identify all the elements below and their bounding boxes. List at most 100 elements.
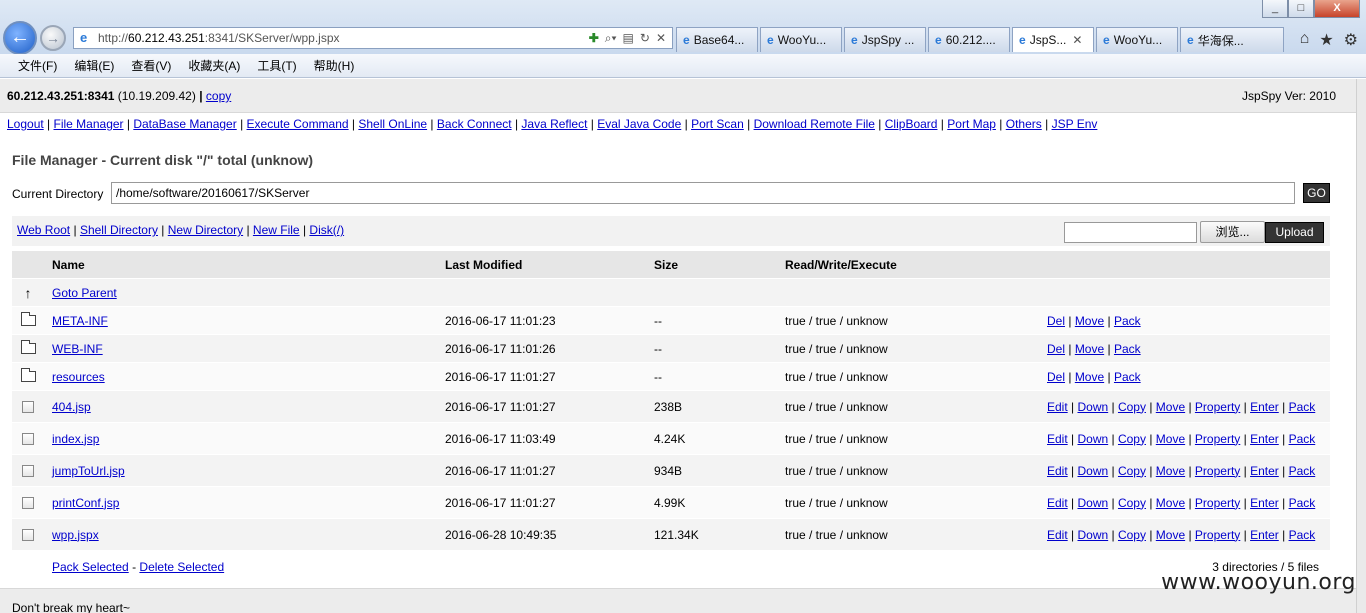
nav-others[interactable]: Others (1006, 117, 1042, 131)
action-enter[interactable]: Enter (1250, 464, 1279, 478)
file-select-checkbox[interactable] (22, 528, 34, 541)
dirlink-new-directory[interactable]: New Directory (168, 223, 243, 237)
search-icon[interactable]: ⌕▾ (605, 31, 617, 46)
favorites-star-icon[interactable]: ★ (1319, 30, 1333, 50)
action-move[interactable]: Move (1156, 528, 1185, 542)
address-url[interactable]: http://60.212.43.251:8341/SKServer/wpp.j… (98, 31, 340, 45)
settings-gear-icon[interactable]: ⚙ (1344, 30, 1358, 50)
action-pack[interactable]: Pack (1289, 400, 1316, 414)
tab-jspspy-active[interactable]: e JspS... ✕ (1012, 27, 1094, 52)
nav-clipboard[interactable]: ClipBoard (885, 117, 938, 131)
tab-base64[interactable]: e Base64... (676, 27, 758, 52)
address-bar[interactable]: e http://60.212.43.251:8341/SKServer/wpp… (73, 27, 673, 49)
tab-ip[interactable]: e 60.212.... (928, 27, 1010, 52)
stop-icon[interactable]: ✕ (656, 31, 666, 46)
action-move[interactable]: Move (1156, 432, 1185, 446)
nav-shell-online[interactable]: Shell OnLine (358, 117, 427, 131)
back-button[interactable]: ← (3, 21, 37, 55)
action-copy[interactable]: Copy (1118, 432, 1146, 446)
dirlink-disk[interactable]: Disk(/) (309, 223, 344, 237)
nav-file-manager[interactable]: File Manager (54, 117, 124, 131)
pack-selected-link[interactable]: Pack Selected (52, 560, 129, 574)
current-directory-input[interactable] (111, 182, 1295, 204)
action-edit[interactable]: Edit (1047, 464, 1068, 478)
action-move[interactable]: Move (1075, 314, 1104, 328)
action-copy[interactable]: Copy (1118, 528, 1146, 542)
menu-favorites[interactable]: 收藏夹(A) (188, 57, 240, 74)
copy-link[interactable]: copy (206, 89, 231, 103)
nav-execute-command[interactable]: Execute Command (247, 117, 349, 131)
file-select-checkbox[interactable] (22, 464, 34, 477)
compat-icon[interactable]: ✚ (589, 31, 599, 46)
action-property[interactable]: Property (1195, 496, 1240, 510)
action-pack[interactable]: Pack (1114, 370, 1141, 384)
action-down[interactable]: Down (1077, 400, 1108, 414)
tab-wooyun-1[interactable]: e WooYu... (760, 27, 842, 52)
action-pack[interactable]: Pack (1289, 528, 1316, 542)
nav-back-connect[interactable]: Back Connect (437, 117, 512, 131)
directory-link[interactable]: WEB-INF (52, 342, 103, 356)
file-select-checkbox[interactable] (22, 400, 34, 413)
dirlink-web-root[interactable]: Web Root (17, 223, 70, 237)
file-link[interactable]: printConf.jsp (52, 496, 119, 510)
action-move[interactable]: Move (1156, 400, 1185, 414)
action-pack[interactable]: Pack (1289, 432, 1316, 446)
nav-logout[interactable]: Logout (7, 117, 44, 131)
action-pack[interactable]: Pack (1114, 342, 1141, 356)
goto-parent-link[interactable]: Goto Parent (52, 286, 117, 300)
menu-file[interactable]: 文件(F) (18, 57, 57, 74)
action-edit[interactable]: Edit (1047, 528, 1068, 542)
home-icon[interactable]: ⌂ (1300, 30, 1310, 50)
menu-edit[interactable]: 编辑(E) (74, 57, 114, 74)
nav-port-scan[interactable]: Port Scan (691, 117, 744, 131)
nav-java-reflect[interactable]: Java Reflect (521, 117, 587, 131)
dirlink-shell-directory[interactable]: Shell Directory (80, 223, 158, 237)
action-del[interactable]: Del (1047, 370, 1065, 384)
upload-button[interactable]: Upload (1265, 222, 1324, 243)
refresh-icon[interactable]: ↻ (640, 31, 650, 46)
action-property[interactable]: Property (1195, 464, 1240, 478)
file-link[interactable]: jumpToUrl.jsp (52, 464, 125, 478)
action-property[interactable]: Property (1195, 400, 1240, 414)
action-move[interactable]: Move (1156, 496, 1185, 510)
action-down[interactable]: Down (1077, 528, 1108, 542)
action-copy[interactable]: Copy (1118, 400, 1146, 414)
maximize-button[interactable]: □ (1288, 0, 1314, 18)
file-link[interactable]: 404.jsp (52, 400, 91, 414)
tab-jspspy[interactable]: e JspSpy ... (844, 27, 926, 52)
directory-link[interactable]: resources (52, 370, 105, 384)
action-edit[interactable]: Edit (1047, 496, 1068, 510)
upload-file-field[interactable] (1064, 222, 1197, 243)
action-move[interactable]: Move (1156, 464, 1185, 478)
action-down[interactable]: Down (1077, 464, 1108, 478)
browse-button[interactable]: 浏览... (1200, 221, 1265, 243)
action-edit[interactable]: Edit (1047, 400, 1068, 414)
nav-download-remote-file[interactable]: Download Remote File (754, 117, 875, 131)
action-down[interactable]: Down (1077, 432, 1108, 446)
action-pack[interactable]: Pack (1289, 496, 1316, 510)
nav-port-map[interactable]: Port Map (947, 117, 996, 131)
nav-jsp-env[interactable]: JSP Env (1052, 117, 1098, 131)
action-enter[interactable]: Enter (1250, 400, 1279, 414)
action-enter[interactable]: Enter (1250, 432, 1279, 446)
delete-selected-link[interactable]: Delete Selected (139, 560, 224, 574)
minimize-button[interactable]: _ (1262, 0, 1288, 18)
action-down[interactable]: Down (1077, 496, 1108, 510)
close-tab-icon[interactable]: ✕ (1072, 33, 1082, 47)
close-window-button[interactable]: X (1314, 0, 1360, 18)
directory-link[interactable]: META-INF (52, 314, 108, 328)
menu-help[interactable]: 帮助(H) (314, 57, 355, 74)
go-button[interactable]: GO (1303, 183, 1330, 203)
action-enter[interactable]: Enter (1250, 496, 1279, 510)
action-pack[interactable]: Pack (1114, 314, 1141, 328)
nav-eval-java-code[interactable]: Eval Java Code (597, 117, 681, 131)
file-link[interactable]: wpp.jspx (52, 528, 99, 542)
action-copy[interactable]: Copy (1118, 496, 1146, 510)
action-property[interactable]: Property (1195, 432, 1240, 446)
nav-database-manager[interactable]: DataBase Manager (133, 117, 236, 131)
menu-tools[interactable]: 工具(T) (257, 57, 296, 74)
forward-button[interactable]: → (40, 25, 66, 51)
menu-view[interactable]: 查看(V) (131, 57, 171, 74)
action-del[interactable]: Del (1047, 314, 1065, 328)
tab-wooyun-2[interactable]: e WooYu... (1096, 27, 1178, 52)
